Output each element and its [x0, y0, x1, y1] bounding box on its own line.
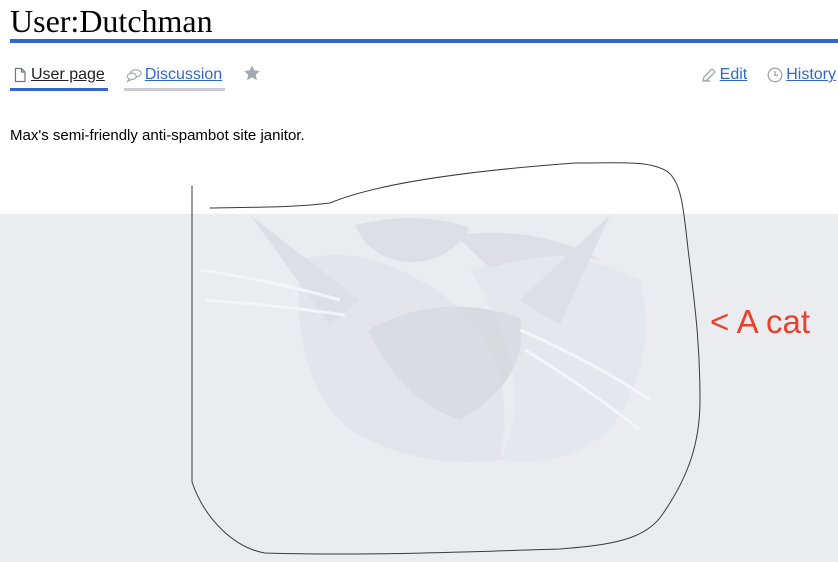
- namespace-tabs: User page Discussion: [10, 62, 261, 92]
- gray-banner: [0, 214, 838, 562]
- pencil-icon: [701, 67, 717, 83]
- edit-label: Edit: [719, 66, 748, 83]
- cat-annotation-label: < A cat: [710, 303, 810, 340]
- edit-link[interactable]: Edit: [701, 66, 748, 84]
- clock-icon: [767, 67, 783, 83]
- history-label: History: [786, 66, 836, 83]
- title-underline: [10, 39, 838, 43]
- page-icon: [12, 67, 28, 83]
- star-icon[interactable]: [243, 64, 261, 82]
- history-link[interactable]: History: [767, 66, 836, 84]
- tab-user-page[interactable]: User page: [10, 62, 108, 91]
- speech-bubbles-icon: [125, 67, 142, 83]
- tab-discussion[interactable]: Discussion: [123, 62, 226, 91]
- user-tagline: Max's semi-friendly anti-spambot site ja…: [10, 127, 305, 144]
- tab-user-page-label: User page: [31, 66, 105, 83]
- tab-discussion-label: Discussion: [144, 66, 223, 83]
- page-actions: Edit History: [701, 62, 836, 88]
- page-title: User:Dutchman: [10, 3, 213, 39]
